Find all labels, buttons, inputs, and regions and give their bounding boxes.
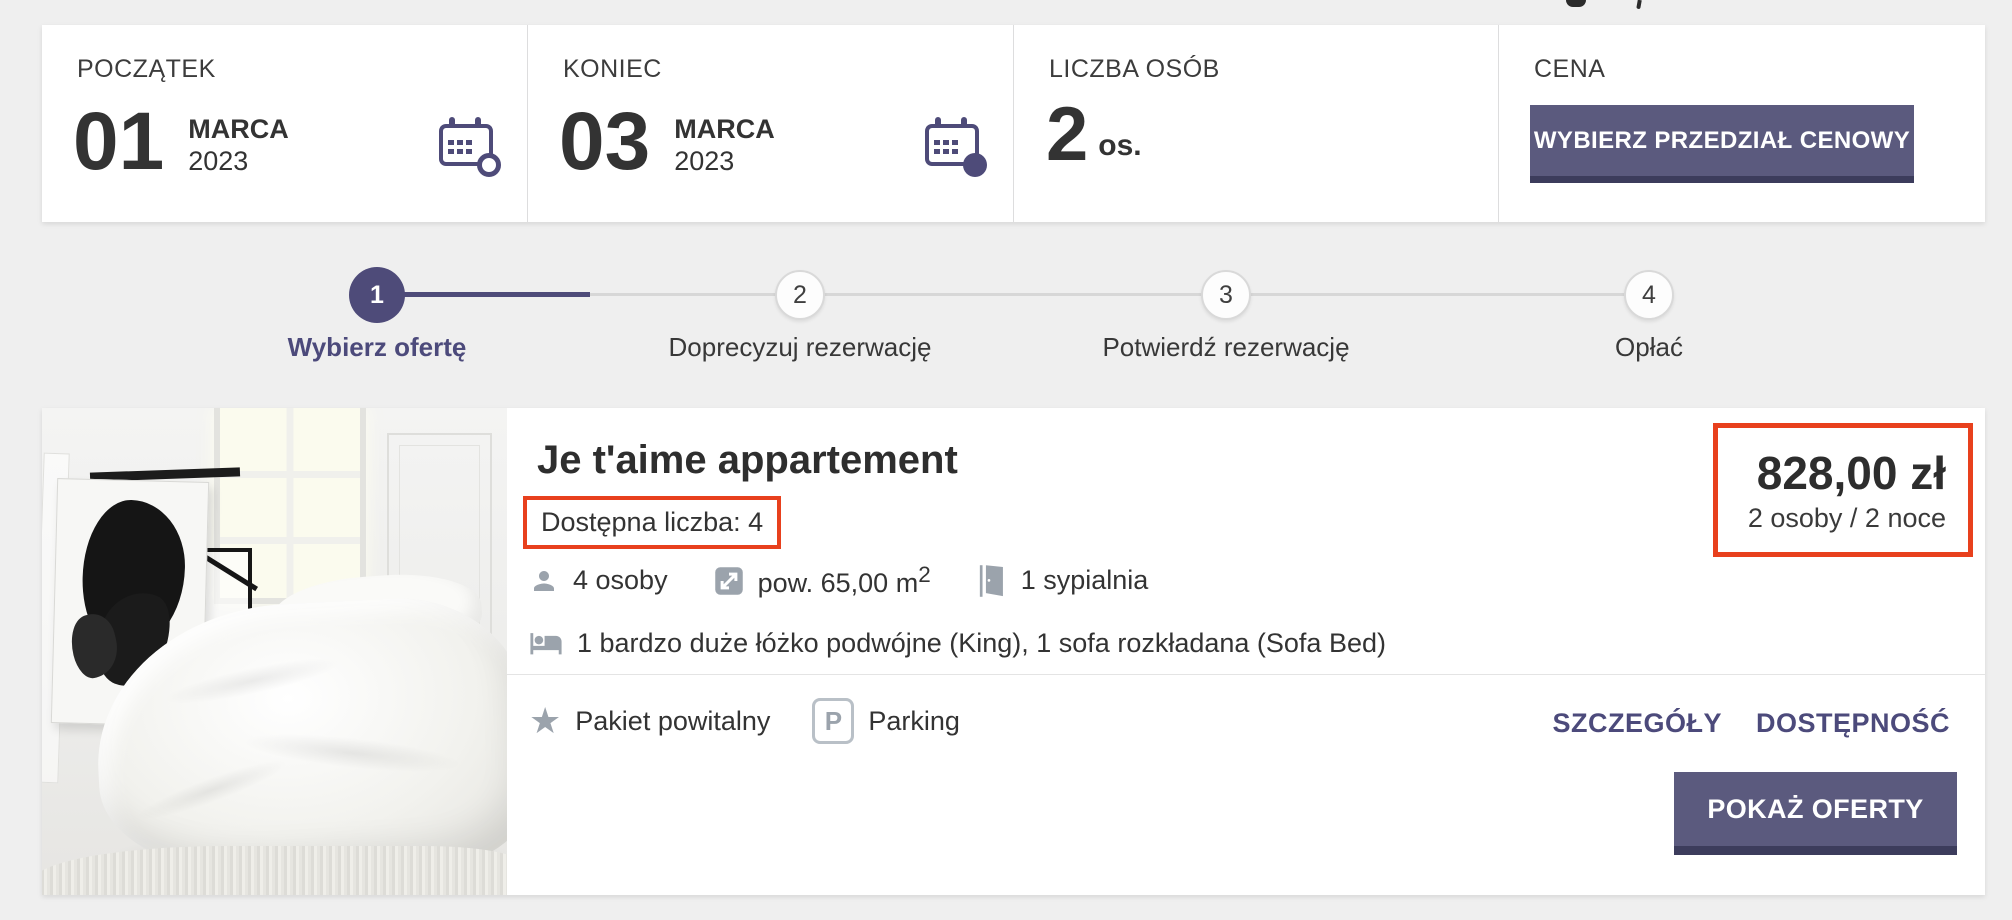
amenity-parking: P Parking [812, 698, 960, 744]
guests-unit: os. [1098, 129, 1141, 163]
step-1-label: Wybierz ofertę [207, 332, 547, 363]
start-month: MARCA [188, 113, 289, 145]
beds-text: 1 bardzo duże łóżko podwójne (King), 1 s… [577, 628, 1386, 659]
end-date-tile[interactable]: KONIEC 03 MARCA 2023 [527, 25, 1013, 222]
price-filter-label: CENA [1534, 55, 1605, 84]
listing-title: Je t'aime appartement [537, 438, 958, 483]
step-4-number: 4 [1642, 281, 1656, 310]
occupancy-item: 4 osoby [529, 565, 668, 596]
stepper-progress [377, 292, 590, 297]
bedrooms-item: 1 sypialnia [977, 564, 1149, 598]
start-day: 01 [73, 103, 164, 181]
end-date-value: 03 MARCA 2023 [559, 103, 775, 181]
end-day: 03 [559, 103, 650, 181]
start-date-label: POCZĄTEK [77, 55, 216, 84]
bed-icon [529, 626, 563, 660]
availability-link[interactable]: DOSTĘPNOŚĆ [1756, 708, 1950, 739]
beds-row: 1 bardzo duże łóżko podwójne (King), 1 s… [529, 626, 1386, 660]
step-3-number: 3 [1219, 281, 1233, 310]
price-annotation-box: 828,00 zł 2 osoby / 2 noce [1713, 423, 1973, 557]
step-1-circle[interactable]: 1 [349, 267, 405, 323]
price-value: 828,00 zł [1748, 448, 1946, 499]
step-1-number: 1 [370, 281, 384, 310]
amenity-label: Parking [868, 706, 960, 737]
guests-label: LICZBA OSÓB [1049, 55, 1220, 84]
end-year: 2023 [674, 145, 775, 177]
area-item: pow. 65,00 m2 [714, 562, 931, 599]
door-icon [977, 564, 1007, 598]
amenities-row: ★ Pakiet powitalny P Parking [529, 698, 960, 744]
availability-annotation: Dostępna liczba: 4 [523, 496, 781, 549]
step-2-label: Doprecyzuj rezerwację [630, 332, 970, 363]
end-month: MARCA [674, 113, 775, 145]
details-link[interactable]: SZCZEGÓŁY [1552, 708, 1722, 739]
calendar-end-icon[interactable] [925, 117, 981, 173]
area-text: pow. 65,00 m2 [758, 562, 931, 599]
end-date-label: KONIEC [563, 55, 662, 84]
amenity-label: Pakiet powitalny [575, 706, 770, 737]
guests-tile[interactable]: LICZBA OSÓB 2 os. [1013, 25, 1498, 222]
person-icon [529, 566, 559, 596]
card-divider [507, 674, 1985, 675]
clipped-top-text-fragment [1636, 0, 1642, 9]
show-offers-button[interactable]: POKAŻ OFERTY [1674, 772, 1957, 855]
card-links: SZCZEGÓŁY DOSTĘPNOŚĆ [1552, 708, 1950, 739]
area-superscript: 2 [918, 562, 931, 587]
step-3-circle[interactable]: 3 [1201, 270, 1251, 320]
start-year: 2023 [188, 145, 289, 177]
guests-value: 2 os. [1046, 99, 1142, 171]
calendar-start-icon[interactable] [439, 117, 495, 173]
price-note: 2 osoby / 2 noce [1748, 503, 1946, 534]
choose-price-range-button[interactable]: WYBIERZ PRZEDZIAŁ CENOWY [1530, 105, 1914, 183]
parking-icon: P [812, 698, 854, 744]
filter-bar: POCZĄTEK 01 MARCA 2023 KONIEC 03 MARCA 2… [42, 25, 1985, 222]
start-date-value: 01 MARCA 2023 [73, 103, 289, 181]
step-4-circle[interactable]: 4 [1624, 270, 1674, 320]
listing-card: Je t'aime appartement Dostępna liczba: 4… [42, 408, 1985, 895]
bedrooms-text: 1 sypialnia [1021, 565, 1149, 596]
occupancy-text: 4 osoby [573, 565, 668, 596]
step-4-label: Opłać [1479, 332, 1819, 363]
amenity-welcome-pack: ★ Pakiet powitalny [529, 703, 770, 739]
guests-count: 2 [1046, 99, 1088, 171]
clipped-top-text-fragment [1566, 0, 1586, 7]
start-date-tile[interactable]: POCZĄTEK 01 MARCA 2023 [42, 25, 527, 222]
area-resize-icon [714, 566, 744, 596]
step-3-label: Potwierdź rezerwację [1056, 332, 1396, 363]
star-icon: ★ [529, 703, 561, 739]
listing-photo[interactable] [42, 408, 507, 895]
price-filter-tile: CENA WYBIERZ PRZEDZIAŁ CENOWY [1498, 25, 1985, 222]
step-2-circle[interactable]: 2 [775, 270, 825, 320]
listing-meta-row: 4 osoby pow. 65,00 m2 1 sypialnia [529, 562, 1148, 599]
step-2-number: 2 [793, 281, 807, 310]
